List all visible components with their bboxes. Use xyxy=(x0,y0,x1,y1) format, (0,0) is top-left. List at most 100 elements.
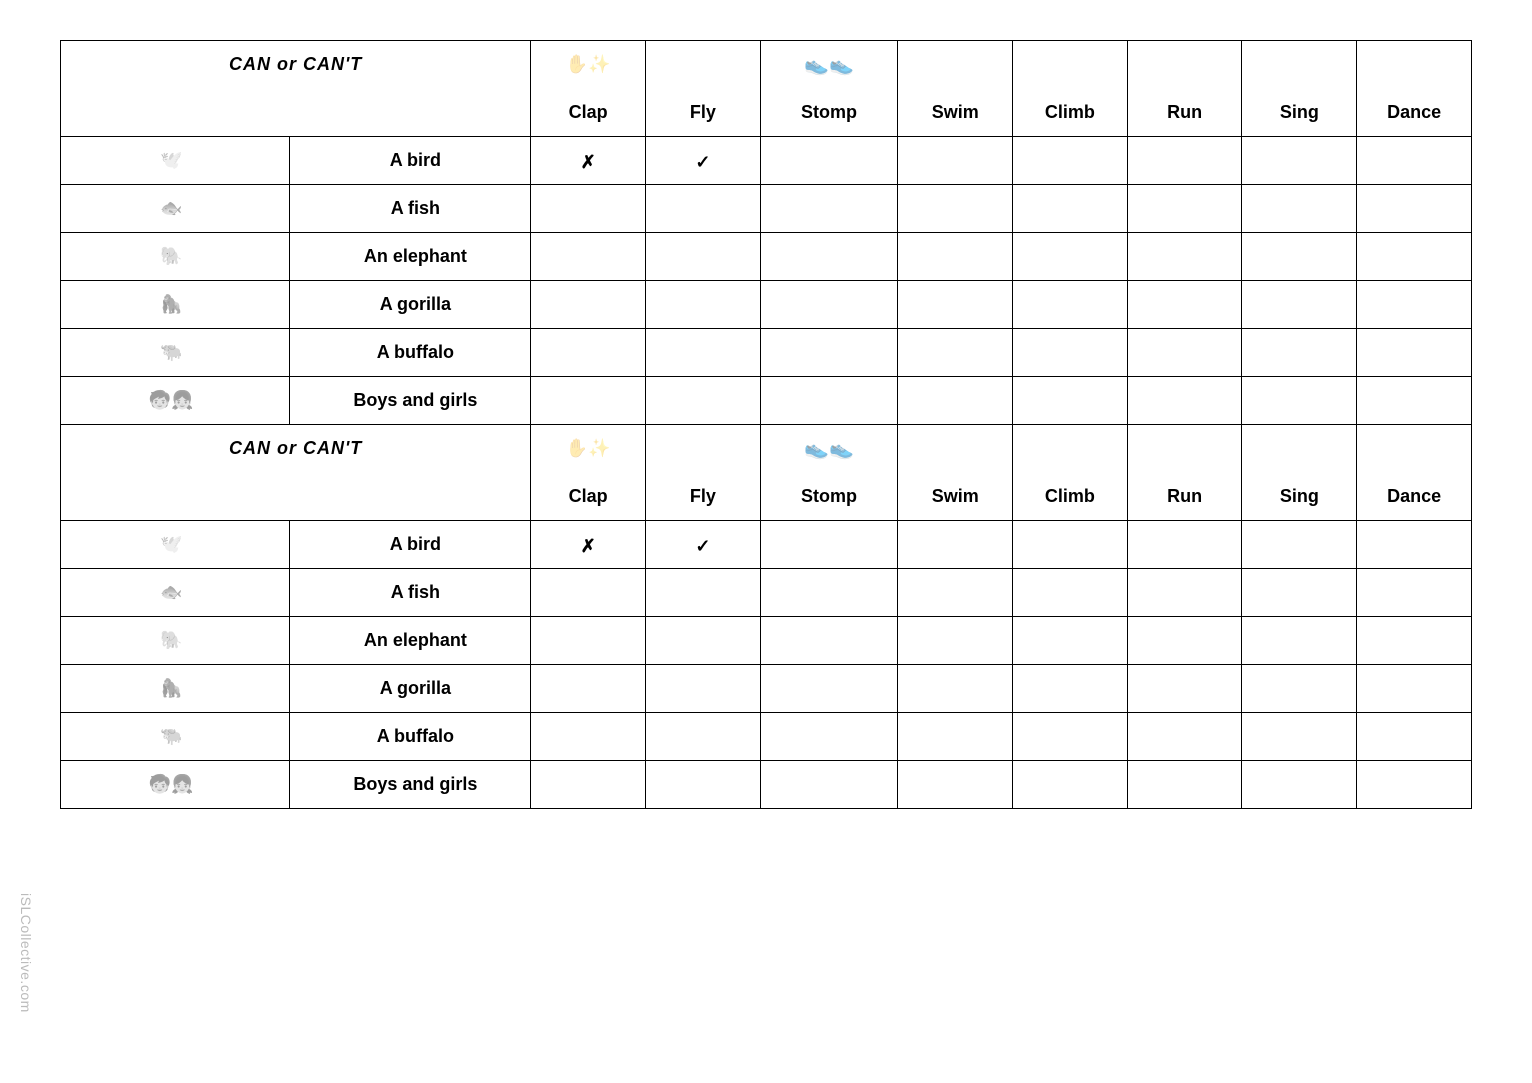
answer-cell[interactable] xyxy=(1242,329,1357,377)
answer-cell[interactable] xyxy=(760,329,898,377)
answer-cell[interactable] xyxy=(1242,521,1357,569)
answer-cell[interactable] xyxy=(1013,233,1128,281)
answer-cell[interactable] xyxy=(531,761,646,809)
answer-cell[interactable] xyxy=(1242,569,1357,617)
answer-cell[interactable] xyxy=(760,713,898,761)
answer-cell[interactable] xyxy=(1127,617,1242,665)
answer-cell[interactable] xyxy=(646,617,761,665)
action-icon-cell xyxy=(1242,425,1357,473)
answer-cell[interactable] xyxy=(898,761,1013,809)
answer-cell[interactable] xyxy=(646,185,761,233)
answer-cell[interactable] xyxy=(1242,665,1357,713)
answer-cell[interactable] xyxy=(1127,329,1242,377)
answer-cell[interactable] xyxy=(646,665,761,713)
answer-cell[interactable] xyxy=(898,233,1013,281)
answer-cell[interactable] xyxy=(1242,713,1357,761)
answer-cell[interactable] xyxy=(760,521,898,569)
answer-cell[interactable] xyxy=(1357,281,1472,329)
answer-cell[interactable] xyxy=(1013,281,1128,329)
answer-cell[interactable] xyxy=(646,713,761,761)
answer-cell[interactable] xyxy=(1013,137,1128,185)
answer-cell[interactable] xyxy=(1127,137,1242,185)
answer-cell[interactable] xyxy=(760,137,898,185)
answer-cell[interactable] xyxy=(646,761,761,809)
answer-cell[interactable] xyxy=(898,713,1013,761)
answer-cell[interactable] xyxy=(1013,329,1128,377)
answer-cell[interactable] xyxy=(760,617,898,665)
answer-cell[interactable] xyxy=(898,281,1013,329)
answer-cell[interactable] xyxy=(1357,233,1472,281)
answer-cell[interactable] xyxy=(1242,377,1357,425)
answer-cell[interactable] xyxy=(1357,665,1472,713)
action-header-run: Run xyxy=(1127,89,1242,137)
answer-cell[interactable] xyxy=(898,137,1013,185)
answer-cell[interactable] xyxy=(1357,185,1472,233)
answer-cell[interactable] xyxy=(531,377,646,425)
answer-cell[interactable] xyxy=(1013,713,1128,761)
answer-cell[interactable] xyxy=(1127,377,1242,425)
answer-cell[interactable] xyxy=(1242,233,1357,281)
answer-cell[interactable] xyxy=(1127,569,1242,617)
answer-cell[interactable] xyxy=(760,185,898,233)
answer-cell[interactable] xyxy=(1357,617,1472,665)
answer-cell[interactable] xyxy=(898,329,1013,377)
answer-cell[interactable] xyxy=(898,569,1013,617)
answer-cell[interactable] xyxy=(1242,137,1357,185)
answer-cell[interactable] xyxy=(646,569,761,617)
answer-cell[interactable] xyxy=(1357,329,1472,377)
answer-cell[interactable]: ✓ xyxy=(646,137,761,185)
answer-cell[interactable] xyxy=(898,377,1013,425)
answer-cell[interactable] xyxy=(531,665,646,713)
action-header-swim: Swim xyxy=(898,473,1013,521)
answer-cell[interactable] xyxy=(531,329,646,377)
answer-cell[interactable] xyxy=(1357,521,1472,569)
answer-cell[interactable] xyxy=(1127,713,1242,761)
answer-cell[interactable] xyxy=(1013,761,1128,809)
answer-cell[interactable] xyxy=(1357,137,1472,185)
answer-cell[interactable] xyxy=(760,569,898,617)
answer-cell[interactable] xyxy=(760,281,898,329)
answer-cell[interactable] xyxy=(646,233,761,281)
answer-cell[interactable] xyxy=(760,665,898,713)
answer-cell[interactable]: ✗ xyxy=(531,137,646,185)
answer-cell[interactable] xyxy=(1013,377,1128,425)
answer-cell[interactable] xyxy=(1127,521,1242,569)
answer-cell[interactable] xyxy=(531,185,646,233)
answer-cell[interactable] xyxy=(1013,521,1128,569)
answer-cell[interactable] xyxy=(760,233,898,281)
answer-cell[interactable] xyxy=(531,233,646,281)
answer-cell[interactable] xyxy=(1013,185,1128,233)
answer-cell[interactable] xyxy=(1127,761,1242,809)
answer-cell[interactable] xyxy=(1127,281,1242,329)
answer-cell[interactable] xyxy=(898,665,1013,713)
answer-cell[interactable] xyxy=(646,377,761,425)
answer-cell[interactable] xyxy=(1357,569,1472,617)
answer-cell[interactable] xyxy=(760,761,898,809)
answer-cell[interactable] xyxy=(898,521,1013,569)
answer-cell[interactable] xyxy=(1013,569,1128,617)
answer-cell[interactable] xyxy=(1127,185,1242,233)
answer-cell[interactable] xyxy=(1127,233,1242,281)
answer-cell[interactable] xyxy=(760,377,898,425)
answer-cell[interactable] xyxy=(1357,761,1472,809)
answer-cell[interactable] xyxy=(1013,665,1128,713)
answer-cell[interactable] xyxy=(1013,617,1128,665)
action-header-climb: Climb xyxy=(1013,473,1128,521)
answer-cell[interactable] xyxy=(531,281,646,329)
answer-cell[interactable] xyxy=(1357,713,1472,761)
answer-cell[interactable] xyxy=(531,713,646,761)
answer-cell[interactable] xyxy=(898,185,1013,233)
answer-cell[interactable] xyxy=(1242,617,1357,665)
answer-cell[interactable]: ✓ xyxy=(646,521,761,569)
answer-cell[interactable] xyxy=(646,281,761,329)
answer-cell[interactable] xyxy=(531,617,646,665)
answer-cell[interactable]: ✗ xyxy=(531,521,646,569)
answer-cell[interactable] xyxy=(1357,377,1472,425)
answer-cell[interactable] xyxy=(1127,665,1242,713)
answer-cell[interactable] xyxy=(1242,281,1357,329)
answer-cell[interactable] xyxy=(898,617,1013,665)
answer-cell[interactable] xyxy=(1242,761,1357,809)
answer-cell[interactable] xyxy=(646,329,761,377)
answer-cell[interactable] xyxy=(1242,185,1357,233)
answer-cell[interactable] xyxy=(531,569,646,617)
